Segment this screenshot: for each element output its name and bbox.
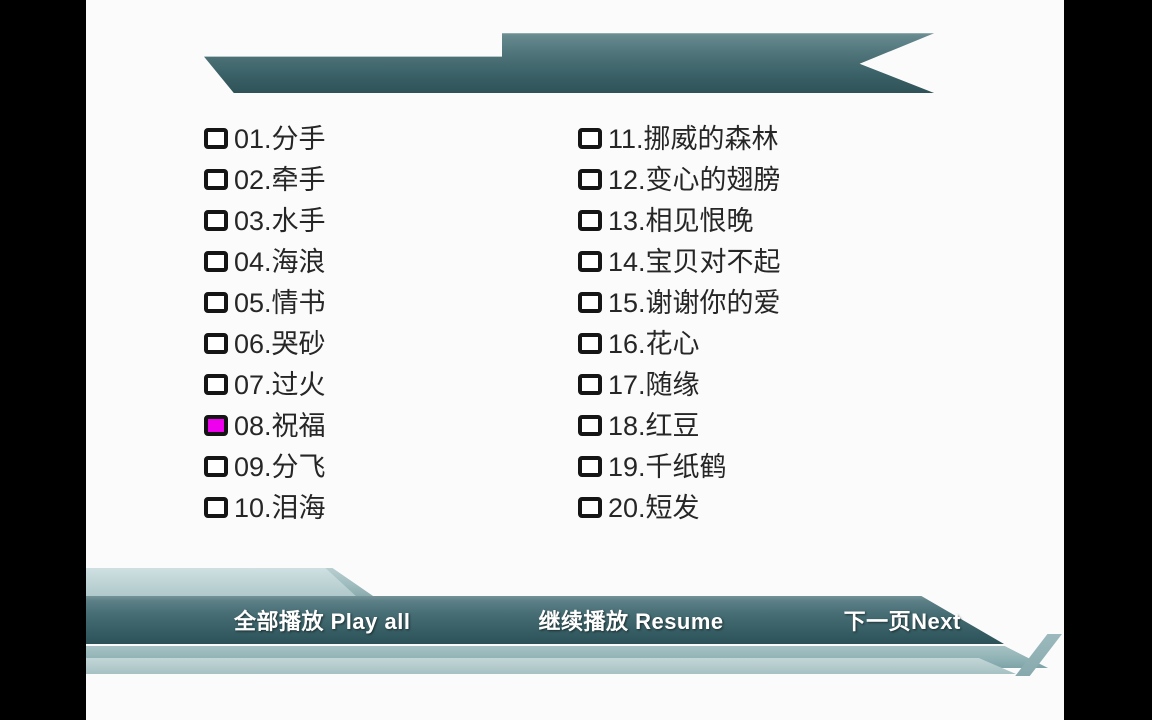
nav-bar: 全部播放 Play all 继续播放 Resume 下一页Next — [86, 596, 1004, 644]
track-row[interactable]: 20.短发 — [578, 487, 998, 528]
checkbox-icon[interactable] — [578, 497, 602, 518]
track-row-selected[interactable]: 08.祝福 — [204, 405, 564, 446]
track-row[interactable]: 12.变心的翅膀 — [578, 159, 998, 200]
banner-title — [204, 33, 934, 93]
checkbox-icon[interactable] — [578, 333, 602, 354]
track-row[interactable]: 07.过火 — [204, 364, 564, 405]
checkbox-icon[interactable] — [204, 128, 228, 149]
track-label: 11.挪威的森林 — [608, 123, 779, 154]
track-row[interactable]: 15.谢谢你的爱 — [578, 282, 998, 323]
checkbox-icon[interactable] — [578, 210, 602, 231]
track-label: 07.过火 — [234, 369, 326, 400]
track-label: 16.花心 — [608, 328, 700, 359]
track-label: 12.变心的翅膀 — [608, 164, 781, 195]
checkbox-icon[interactable] — [578, 415, 602, 436]
track-row[interactable]: 10.泪海 — [204, 487, 564, 528]
banner-region — [86, 0, 1064, 120]
track-label: 09.分飞 — [234, 451, 326, 482]
checkbox-icon[interactable] — [578, 128, 602, 149]
checkbox-icon[interactable] — [578, 251, 602, 272]
track-label: 06.哭砂 — [234, 328, 326, 359]
title-ribbon — [204, 33, 935, 93]
checkbox-icon[interactable] — [204, 210, 228, 231]
track-row[interactable]: 02.牵手 — [204, 159, 564, 200]
track-label: 15.谢谢你的爱 — [608, 287, 781, 318]
checkbox-icon[interactable] — [204, 251, 228, 272]
play-all-button[interactable]: 全部播放 Play all — [234, 604, 410, 636]
checkbox-icon-checked[interactable] — [204, 415, 228, 436]
track-row[interactable]: 19.千纸鹤 — [578, 446, 998, 487]
track-row[interactable]: 18.红豆 — [578, 405, 998, 446]
checkbox-icon[interactable] — [578, 292, 602, 313]
track-label: 17.随缘 — [608, 369, 700, 400]
track-row[interactable]: 06.哭砂 — [204, 323, 564, 364]
checkbox-icon[interactable] — [578, 374, 602, 395]
track-label: 10.泪海 — [234, 492, 326, 523]
track-row[interactable]: 03.水手 — [204, 200, 564, 241]
checkbox-icon[interactable] — [204, 497, 228, 518]
track-label: 18.红豆 — [608, 410, 700, 441]
content-area: 01.分手 02.牵手 03.水手 04.海浪 05.情书 06.哭砂 07.过… — [86, 0, 1064, 720]
checkbox-icon[interactable] — [578, 169, 602, 190]
track-label: 19.千纸鹤 — [608, 451, 727, 482]
playlist-column-right: 11.挪威的森林 12.变心的翅膀 13.相见恨晚 14.宝贝对不起 15.谢谢… — [578, 118, 998, 528]
track-row[interactable]: 05.情书 — [204, 282, 564, 323]
track-label: 02.牵手 — [234, 164, 326, 195]
decor-band-lower-highlight — [86, 658, 1016, 674]
track-row[interactable]: 14.宝贝对不起 — [578, 241, 998, 282]
playlist-column-left: 01.分手 02.牵手 03.水手 04.海浪 05.情书 06.哭砂 07.过… — [204, 118, 564, 528]
track-row[interactable]: 11.挪威的森林 — [578, 118, 998, 159]
bottom-nav-region: 全部播放 Play all 继续播放 Resume 下一页Next — [86, 560, 1064, 720]
track-row[interactable]: 16.花心 — [578, 323, 998, 364]
track-label: 14.宝贝对不起 — [608, 246, 781, 277]
checkbox-icon[interactable] — [204, 292, 228, 313]
track-row[interactable]: 04.海浪 — [204, 241, 564, 282]
checkbox-icon[interactable] — [578, 456, 602, 477]
playlist: 01.分手 02.牵手 03.水手 04.海浪 05.情书 06.哭砂 07.过… — [86, 118, 1064, 528]
checkbox-icon[interactable] — [204, 374, 228, 395]
track-label: 20.短发 — [608, 492, 700, 523]
track-label: 04.海浪 — [234, 246, 326, 277]
track-label: 01.分手 — [234, 123, 326, 154]
checkbox-icon[interactable] — [204, 169, 228, 190]
decor-band-upper-highlight — [86, 568, 358, 598]
checkbox-icon[interactable] — [204, 333, 228, 354]
track-row[interactable]: 17.随缘 — [578, 364, 998, 405]
track-row[interactable]: 01.分手 — [204, 118, 564, 159]
track-row[interactable]: 13.相见恨晚 — [578, 200, 998, 241]
tv-screen: 01.分手 02.牵手 03.水手 04.海浪 05.情书 06.哭砂 07.过… — [0, 0, 1152, 720]
track-row[interactable]: 09.分飞 — [204, 446, 564, 487]
track-label: 13.相见恨晚 — [608, 205, 754, 236]
checkbox-icon[interactable] — [204, 456, 228, 477]
next-page-button[interactable]: 下一页Next — [844, 604, 961, 636]
track-label: 05.情书 — [234, 287, 326, 318]
track-label: 03.水手 — [234, 205, 326, 236]
track-label: 08.祝福 — [234, 410, 326, 441]
resume-button[interactable]: 继续播放 Resume — [538, 604, 723, 636]
